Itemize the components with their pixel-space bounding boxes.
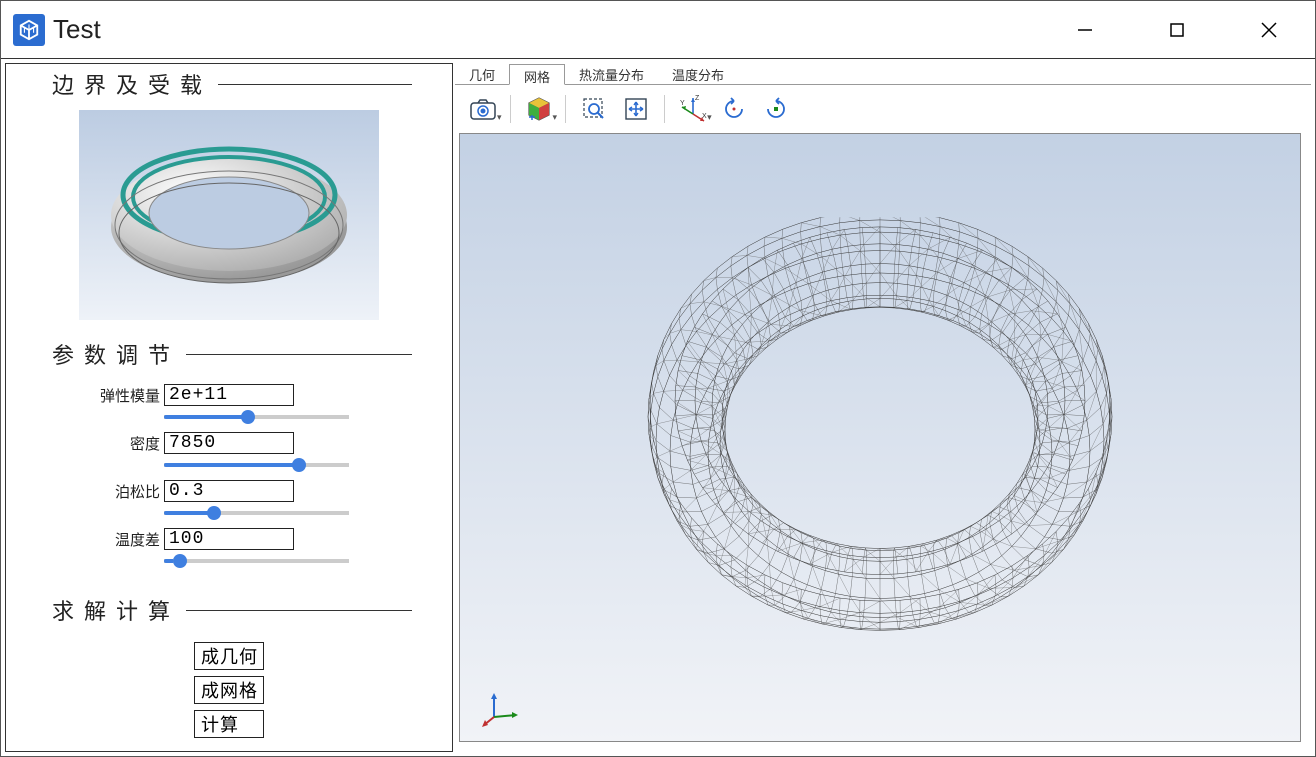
toolbar: ▾ ▾ Z Y X: [455, 85, 1311, 133]
dropdown-icon[interactable]: ▾: [553, 112, 558, 129]
axis-triad-icon: [482, 687, 522, 727]
window-controls: [1039, 2, 1315, 58]
param-slider-elastic[interactable]: [164, 415, 349, 419]
dropdown-icon[interactable]: ▾: [707, 112, 712, 129]
param-slider-tempdiff[interactable]: [164, 559, 349, 563]
param-slider-poisson[interactable]: [164, 511, 349, 515]
close-button[interactable]: [1223, 2, 1315, 58]
svg-text:Z: Z: [695, 95, 700, 102]
sidebar: 边界及受载: [5, 63, 453, 752]
section-params: 参数调节 弹性模量 密度 泊松比 温度差: [46, 338, 412, 576]
toolbar-separator: [510, 95, 511, 123]
tab-geometry[interactable]: 几何: [455, 63, 509, 84]
dropdown-icon[interactable]: ▾: [497, 112, 502, 129]
tab-mesh[interactable]: 网格: [509, 64, 565, 85]
window-title: Test: [53, 14, 101, 45]
section-solve-legend: 求解计算: [46, 594, 186, 626]
svg-text:Y: Y: [680, 100, 685, 107]
zoom-selection-icon[interactable]: [574, 90, 614, 128]
rotate-cw-icon[interactable]: [756, 90, 796, 128]
fit-view-icon[interactable]: [616, 90, 656, 128]
toolbar-separator: [664, 95, 665, 123]
viewport[interactable]: [459, 133, 1301, 742]
param-label-tempdiff: 温度差: [96, 529, 164, 550]
section-solve: 求解计算 成几何 成网格 计算: [46, 594, 412, 744]
tab-temp[interactable]: 温度分布: [658, 63, 738, 84]
preview-image: [79, 110, 379, 320]
mesh-render: [600, 217, 1160, 677]
section-boundary-legend: 边界及受载: [46, 68, 218, 100]
toolbar-separator: [565, 95, 566, 123]
maximize-button[interactable]: [1131, 2, 1223, 58]
section-boundary: 边界及受载: [46, 68, 412, 320]
section-params-legend: 参数调节: [46, 338, 186, 370]
btn-compute[interactable]: 计算: [194, 710, 264, 738]
rotate-ccw-icon[interactable]: [714, 90, 754, 128]
param-input-density[interactable]: [164, 432, 294, 454]
minimize-button[interactable]: [1039, 2, 1131, 58]
param-input-tempdiff[interactable]: [164, 528, 294, 550]
app-icon: [13, 14, 45, 46]
titlebar: Test: [1, 1, 1315, 59]
param-label-elastic: 弹性模量: [96, 385, 164, 406]
btn-gen-mesh[interactable]: 成网格: [194, 676, 264, 704]
tab-heatflux[interactable]: 热流量分布: [565, 63, 658, 84]
param-input-elastic[interactable]: [164, 384, 294, 406]
tabbar: 几何 网格 热流量分布 温度分布: [455, 63, 1311, 85]
param-input-poisson[interactable]: [164, 480, 294, 502]
param-slider-density[interactable]: [164, 463, 349, 467]
param-label-poisson: 泊松比: [96, 481, 164, 502]
main-area: 几何 网格 热流量分布 温度分布 ▾ ▾: [455, 63, 1311, 752]
param-label-density: 密度: [96, 433, 164, 454]
btn-gen-geometry[interactable]: 成几何: [194, 642, 264, 670]
